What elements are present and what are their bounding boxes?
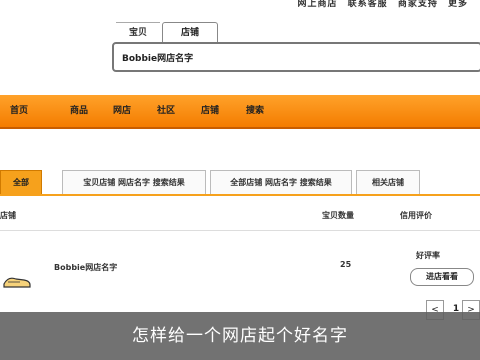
top-links: 网上商店 联系客服 商家支持 更多 <box>292 0 468 9</box>
category-underline <box>0 194 480 196</box>
main-nav: 首页 商品 网店 社区 店铺 搜索 <box>0 95 480 129</box>
caption-overlay: 怎样给一个网店起个好名字 <box>0 312 480 360</box>
rating-text: 好评率 <box>416 251 440 260</box>
nav-item-search[interactable]: 搜索 <box>246 95 264 127</box>
nav-item-stores[interactable]: 店铺 <box>201 95 219 127</box>
shop-logo-icon <box>3 277 31 288</box>
column-header-rating[interactable]: 信用评价 <box>400 210 432 221</box>
column-header-count: 宝贝数量 <box>322 211 354 220</box>
header-divider <box>0 230 480 231</box>
nav-item-shop[interactable]: 网店 <box>113 95 131 127</box>
search-tab-shops[interactable]: 店铺 <box>162 22 218 43</box>
top-link-1[interactable]: 网上商店 <box>298 0 338 9</box>
top-link-bar: 网上商店 联系客服 商家支持 更多 <box>0 0 480 9</box>
category-tab-all[interactable]: 全部 <box>0 170 42 195</box>
nav-item-community[interactable]: 社区 <box>157 95 175 127</box>
enter-shop-button[interactable]: 进店看看 <box>410 268 474 286</box>
category-tab-shop-results[interactable]: 全部店铺 网店名字 搜索结果 <box>210 170 352 195</box>
shop-name-link[interactable]: Bobbie网店名字 <box>54 262 117 273</box>
search-input[interactable]: Bobbie网店名字 <box>112 42 480 72</box>
nav-item-products[interactable]: 商品 <box>70 95 88 127</box>
top-link-4[interactable]: 更多 <box>448 0 468 9</box>
category-tab-related[interactable]: 相关店铺 <box>356 170 420 195</box>
item-count: 25 <box>340 260 352 269</box>
top-link-3[interactable]: 商家支持 <box>398 0 438 9</box>
top-link-2[interactable]: 联系客服 <box>348 0 388 9</box>
category-tab-item-results[interactable]: 宝贝店铺 网店名字 搜索结果 <box>62 170 206 195</box>
column-header-shop: 店铺 <box>0 211 16 220</box>
search-tab-items[interactable]: 宝贝 <box>116 22 160 43</box>
nav-item-home[interactable]: 首页 <box>10 95 28 127</box>
